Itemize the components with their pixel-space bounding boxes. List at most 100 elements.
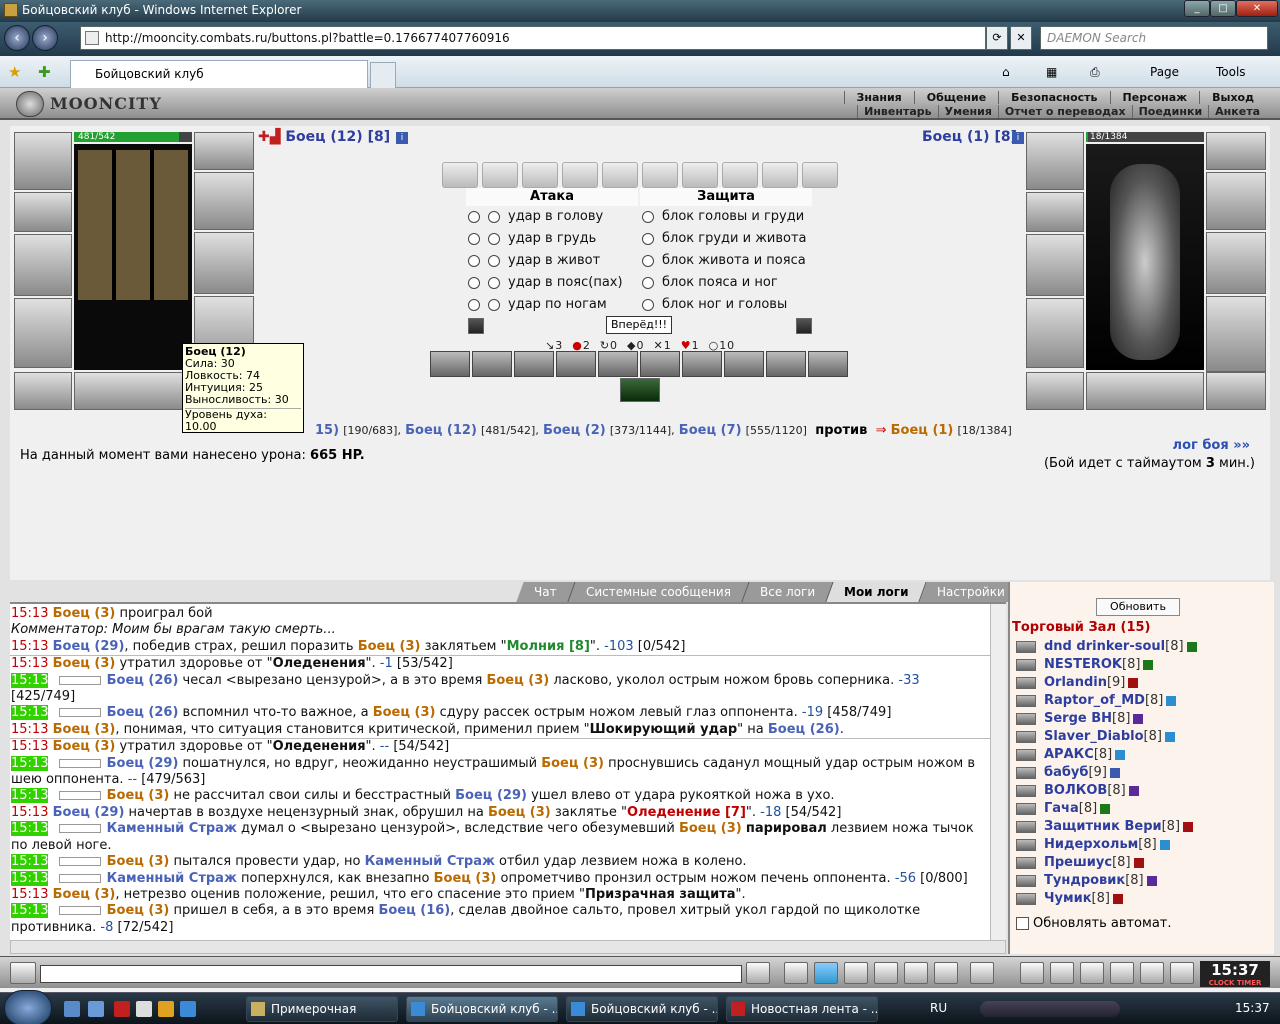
translit-icon[interactable] bbox=[904, 962, 928, 984]
left-info-icon[interactable]: i bbox=[396, 132, 408, 144]
filter-icon[interactable] bbox=[814, 962, 838, 984]
right-belt-slot-icon[interactable] bbox=[1026, 372, 1084, 410]
new-tab-button[interactable] bbox=[370, 62, 396, 88]
opera-icon[interactable] bbox=[114, 1001, 130, 1017]
right-gloves-slot-icon[interactable] bbox=[1206, 172, 1266, 230]
weapon-slot-icon[interactable] bbox=[14, 234, 72, 296]
attack-option[interactable]: удар в живот bbox=[468, 250, 600, 272]
shield-slot-icon[interactable] bbox=[194, 232, 254, 294]
block-option[interactable]: блок пояса и ног bbox=[642, 272, 778, 294]
battle-log-link[interactable]: лог боя »» bbox=[1173, 438, 1250, 453]
gloves-slot-icon[interactable] bbox=[194, 172, 254, 230]
language-indicator[interactable]: RU bbox=[930, 1001, 947, 1015]
close-button[interactable]: ✕ bbox=[1236, 0, 1278, 17]
submenu-item[interactable]: Анкета bbox=[1208, 105, 1266, 118]
back-button[interactable]: ‹ bbox=[4, 25, 30, 51]
block-option[interactable]: блок груди и живота bbox=[642, 228, 807, 250]
scroll-slot-icon[interactable] bbox=[562, 162, 598, 188]
tab-system[interactable]: Системные сообщения bbox=[567, 582, 750, 602]
user-list-item[interactable]: бабуб[9] bbox=[1014, 764, 1270, 782]
left-fighter-name[interactable]: ✚▟ Боец (12) [8] bbox=[258, 129, 390, 145]
active-skill-icon[interactable] bbox=[620, 378, 660, 402]
user-list-item[interactable]: Гача[8] bbox=[1014, 800, 1270, 818]
smiley-icon[interactable] bbox=[970, 962, 994, 984]
fighter-link[interactable]: Боец (7) bbox=[679, 423, 742, 438]
skill-icon[interactable] bbox=[724, 351, 764, 377]
favorites-icon[interactable]: ★ bbox=[8, 62, 21, 82]
tool-icon[interactable] bbox=[1020, 962, 1044, 984]
print-icon[interactable]: ⎙ bbox=[1090, 62, 1100, 82]
search-input[interactable]: DAEMON Search bbox=[1040, 26, 1268, 50]
submenu-item[interactable]: Инвентарь bbox=[857, 105, 937, 118]
attack-option[interactable]: удар в пояс(пах) bbox=[468, 272, 623, 294]
chat-menu-icon[interactable] bbox=[10, 962, 36, 984]
submenu-item[interactable]: Поединки bbox=[1131, 105, 1209, 118]
app-m-icon[interactable] bbox=[136, 1001, 152, 1017]
taskbar-item[interactable]: Примерочная bbox=[246, 996, 398, 1022]
skill-icon[interactable] bbox=[430, 351, 470, 377]
fighter-link[interactable]: Боец (12) bbox=[405, 423, 477, 438]
menu-item[interactable]: Выход bbox=[1199, 91, 1266, 104]
scroll-slot-icon[interactable] bbox=[522, 162, 558, 188]
rings-slot-icon[interactable] bbox=[74, 372, 192, 410]
log-hscrollbar[interactable] bbox=[10, 940, 1006, 954]
start-button[interactable] bbox=[4, 990, 52, 1024]
amulet-slot-icon[interactable] bbox=[194, 132, 254, 170]
submenu-item[interactable]: Умения bbox=[937, 105, 998, 118]
tab-chat[interactable]: Чат bbox=[516, 582, 576, 602]
tab-all-logs[interactable]: Все логи bbox=[741, 582, 834, 602]
helmet-slot-icon[interactable] bbox=[14, 132, 72, 190]
attack-option[interactable]: удар по ногам bbox=[468, 294, 607, 316]
right-shield-slot-icon[interactable] bbox=[1206, 232, 1266, 294]
tool-icon[interactable] bbox=[1080, 962, 1104, 984]
taskbar-item[interactable]: Бойцовский клуб - ... bbox=[566, 996, 718, 1022]
belt-slot-icon[interactable] bbox=[14, 372, 72, 410]
switch-windows-icon[interactable] bbox=[88, 1001, 104, 1017]
media-icon[interactable] bbox=[158, 1001, 174, 1017]
auto-refresh-checkbox[interactable] bbox=[1016, 917, 1029, 930]
right-avatar[interactable] bbox=[1086, 144, 1204, 370]
skill-icon[interactable] bbox=[556, 351, 596, 377]
attack-option[interactable]: удар в грудь bbox=[468, 228, 596, 250]
taskbar-item[interactable]: Бойцовский клуб - ... bbox=[406, 996, 558, 1022]
user-list-item[interactable]: NESTEROK[8] bbox=[1014, 656, 1270, 674]
taskbar-item[interactable]: Новостная лента - ... bbox=[726, 996, 878, 1022]
refresh-button[interactable]: Обновить bbox=[1096, 598, 1180, 616]
fighter-icon[interactable] bbox=[874, 962, 898, 984]
scroll-slot-icon[interactable] bbox=[802, 162, 838, 188]
minimize-button[interactable]: _ bbox=[1184, 0, 1210, 17]
fighter-link[interactable]: Боец (2) bbox=[543, 423, 606, 438]
block-option[interactable]: блок головы и груди bbox=[642, 206, 804, 228]
forward-attack-button[interactable]: Вперёд!!! bbox=[606, 316, 672, 334]
fighter-link[interactable]: 15) bbox=[315, 423, 339, 438]
auto-refresh[interactable]: Обновлять автомат. bbox=[1016, 916, 1172, 931]
chat-input[interactable] bbox=[40, 965, 742, 983]
home-icon[interactable]: ⌂ bbox=[1002, 62, 1010, 82]
skill-icon[interactable] bbox=[682, 351, 722, 377]
sound-icon[interactable] bbox=[934, 962, 958, 984]
scroll-slot-icon[interactable] bbox=[602, 162, 638, 188]
user-list-item[interactable]: Orlandin[9] bbox=[1014, 674, 1270, 692]
right-fighter-name[interactable]: Боец (1) [8] bbox=[922, 129, 1017, 145]
forward-button[interactable]: › bbox=[32, 25, 58, 51]
ie-icon[interactable] bbox=[180, 1001, 196, 1017]
menu-item[interactable]: Персонаж bbox=[1109, 91, 1200, 104]
page-menu[interactable]: Page bbox=[1150, 62, 1179, 82]
left-avatar[interactable] bbox=[74, 144, 192, 370]
enemy-link[interactable]: Боец (1) bbox=[891, 423, 954, 438]
tool-icon[interactable] bbox=[1050, 962, 1074, 984]
tab-my-logs[interactable]: Мои логи bbox=[826, 582, 927, 602]
media-player-controls[interactable] bbox=[980, 1001, 1120, 1017]
scroll-slot-icon[interactable] bbox=[722, 162, 758, 188]
browser-tab[interactable]: Бойцовский клуб bbox=[70, 60, 368, 88]
feeds-icon[interactable]: ▦ bbox=[1046, 62, 1057, 82]
user-list-item[interactable]: Защитник Вери[8] bbox=[1014, 818, 1270, 836]
show-desktop-icon[interactable] bbox=[64, 1001, 80, 1017]
left-swap-icon[interactable] bbox=[468, 318, 484, 334]
add-favorite-icon[interactable]: ✚ bbox=[38, 62, 51, 82]
user-list-item[interactable]: Чумик[8] bbox=[1014, 890, 1270, 908]
bracers-slot-icon[interactable] bbox=[14, 192, 72, 232]
right-weapon-slot-icon[interactable] bbox=[1026, 234, 1084, 296]
send-icon[interactable] bbox=[746, 962, 770, 984]
scroll-slot-icon[interactable] bbox=[442, 162, 478, 188]
